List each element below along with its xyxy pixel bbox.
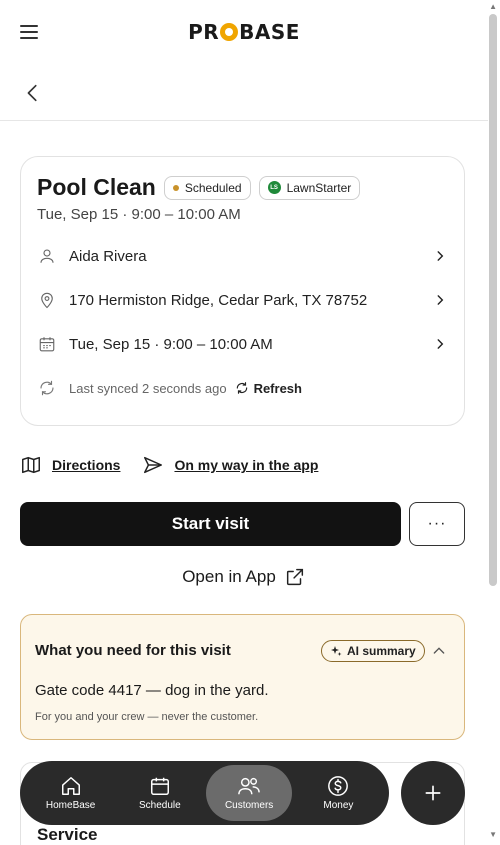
home-icon <box>61 777 80 795</box>
nav-homebase[interactable]: HomeBase <box>28 765 114 821</box>
on-my-way-link[interactable]: On my way in the app <box>142 454 318 476</box>
navigation-bar <box>0 64 488 121</box>
external-link-icon <box>286 568 303 586</box>
open-in-app-button[interactable]: Open in App <box>0 564 488 590</box>
users-icon <box>238 777 260 795</box>
calendar-icon <box>150 777 169 795</box>
customer-row[interactable]: Aida Rivera <box>37 242 447 270</box>
customer-name: Aida Rivera <box>69 247 147 265</box>
directions-link[interactable]: Directions <box>20 454 120 476</box>
send-icon <box>144 456 163 474</box>
job-subtitle: Tue, Sep 15 · 9:00 – 10:00 AM <box>37 206 241 223</box>
status-badge-label: Scheduled <box>184 180 242 195</box>
visit-needs-note: For you and your crew — never the custom… <box>35 711 259 723</box>
hamburger-menu-icon[interactable] <box>20 20 44 44</box>
nav-money-label: Money <box>323 800 354 811</box>
address-row[interactable]: 170 Hermiston Ridge, Cedar Park, TX 7875… <box>37 286 447 314</box>
nav-schedule-label: Schedule <box>139 800 181 811</box>
visit-needs-title: What you need for this visit <box>35 642 231 659</box>
nav-money[interactable]: Money <box>295 765 381 821</box>
scrollbar-thumb[interactable] <box>489 14 497 586</box>
chevron-right-icon <box>437 339 444 349</box>
quick-links: Directions On my way in the app <box>20 452 318 478</box>
job-card: Pool Clean Scheduled LS LawnStarter Tue,… <box>20 156 465 426</box>
source-badge: LS LawnStarter <box>258 175 361 200</box>
last-synced-text: Last synced 2 seconds ago <box>69 380 227 396</box>
lawnstarter-logo-icon: LS <box>267 181 281 194</box>
nav-schedule[interactable]: Schedule <box>117 765 203 821</box>
more-options-button[interactable]: ··· <box>409 502 465 546</box>
status-dot <box>172 184 179 191</box>
service-title: Service <box>37 825 98 844</box>
nav-customers[interactable]: Customers <box>206 765 293 821</box>
job-title-row: Pool Clean Scheduled LS LawnStarter <box>37 174 361 201</box>
refresh-button[interactable]: Refresh <box>235 381 302 396</box>
nav-homebase-label: HomeBase <box>45 800 96 811</box>
datetime-text: Tue, Sep 15 · 9:00 – 10:00 AM <box>69 335 273 353</box>
visit-needs-text: Gate code 4417 — dog in the yard. <box>35 682 269 699</box>
bottom-navigation: HomeBase Schedule Customers Money <box>20 761 389 825</box>
plus-icon <box>425 785 441 801</box>
dollar-icon <box>328 776 349 796</box>
datetime-row[interactable]: Tue, Sep 15 · 9:00 – 10:00 AM <box>37 330 447 358</box>
back-chevron-icon[interactable] <box>22 82 44 104</box>
sync-row: Last synced 2 seconds ago Refresh <box>37 374 447 402</box>
chevron-up-icon[interactable] <box>431 643 447 659</box>
person-icon <box>37 246 57 266</box>
calendar-icon <box>37 334 57 354</box>
probase-logo: PR BASE <box>188 20 300 44</box>
address-text: 170 Hermiston Ridge, Cedar Park, TX 7875… <box>69 291 368 309</box>
top-bar: PR BASE <box>0 0 488 64</box>
add-button[interactable] <box>401 761 465 825</box>
scroll-up-arrow[interactable]: ▲ <box>489 2 497 11</box>
refresh-label: Refresh <box>253 380 302 396</box>
location-pin-icon <box>37 290 57 310</box>
directions-label: Directions <box>52 457 121 473</box>
ai-summary-label: AI summary <box>347 644 416 658</box>
source-badge-label: LawnStarter <box>286 180 352 195</box>
scroll-down-arrow[interactable]: ▼ <box>489 830 497 839</box>
on-my-way-label: On my way in the app <box>174 457 319 473</box>
chevron-right-icon <box>437 295 444 305</box>
ai-summary-badge[interactable]: AI summary <box>321 640 425 662</box>
job-title: Pool Clean <box>37 174 156 200</box>
refresh-icon <box>236 382 247 394</box>
sparkle-icon <box>331 646 342 656</box>
status-badge: Scheduled <box>163 175 251 200</box>
nav-customers-label: Customers <box>224 800 274 811</box>
sync-icon <box>37 378 57 398</box>
map-icon <box>22 456 40 474</box>
visit-needs-panel: What you need for this visit AI summary … <box>20 614 465 740</box>
chevron-right-icon <box>437 251 444 261</box>
start-visit-button[interactable]: Start visit <box>20 502 401 546</box>
open-in-app-label: Open in App <box>182 567 276 586</box>
